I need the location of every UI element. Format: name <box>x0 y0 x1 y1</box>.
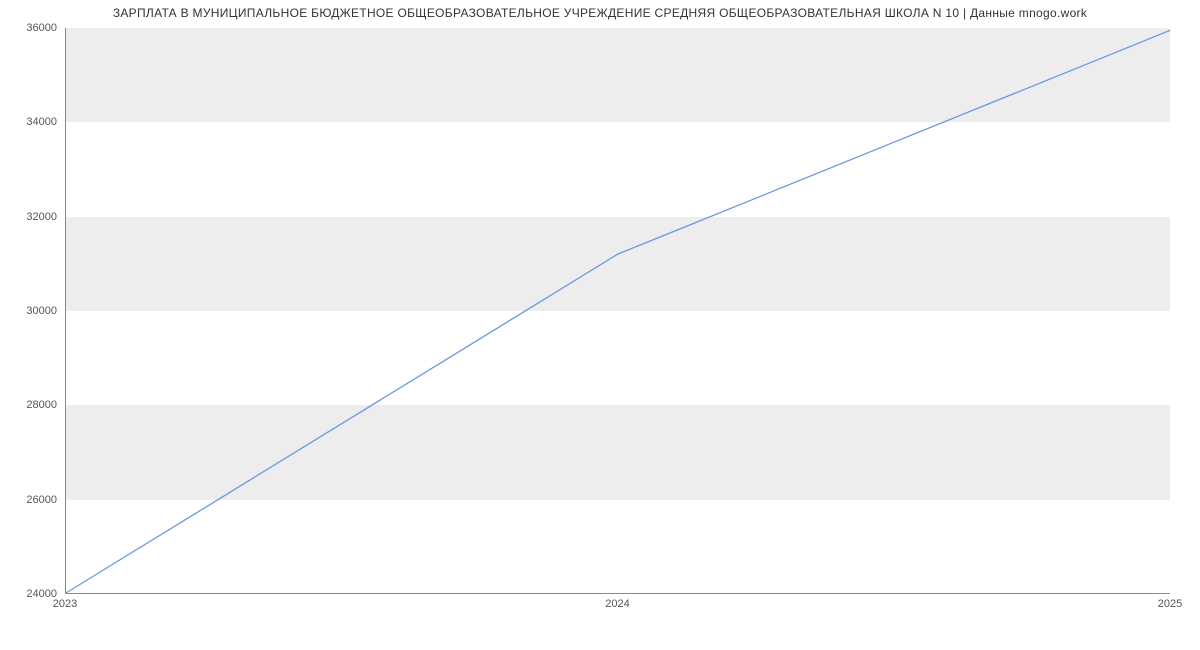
x-tick-label: 2023 <box>53 598 77 610</box>
y-tick-label: 32000 <box>0 211 65 223</box>
line-series <box>66 28 1170 593</box>
chart-title: ЗАРПЛАТА В МУНИЦИПАЛЬНОЕ БЮДЖЕТНОЕ ОБЩЕО… <box>0 6 1200 20</box>
y-tick-label: 30000 <box>0 305 65 317</box>
plot-area <box>65 28 1170 594</box>
y-tick-label: 28000 <box>0 399 65 411</box>
y-tick-label: 34000 <box>0 116 65 128</box>
x-tick-label: 2024 <box>605 598 629 610</box>
y-tick-label: 36000 <box>0 22 65 34</box>
y-tick-label: 26000 <box>0 494 65 506</box>
x-tick-label: 2025 <box>1158 598 1182 610</box>
